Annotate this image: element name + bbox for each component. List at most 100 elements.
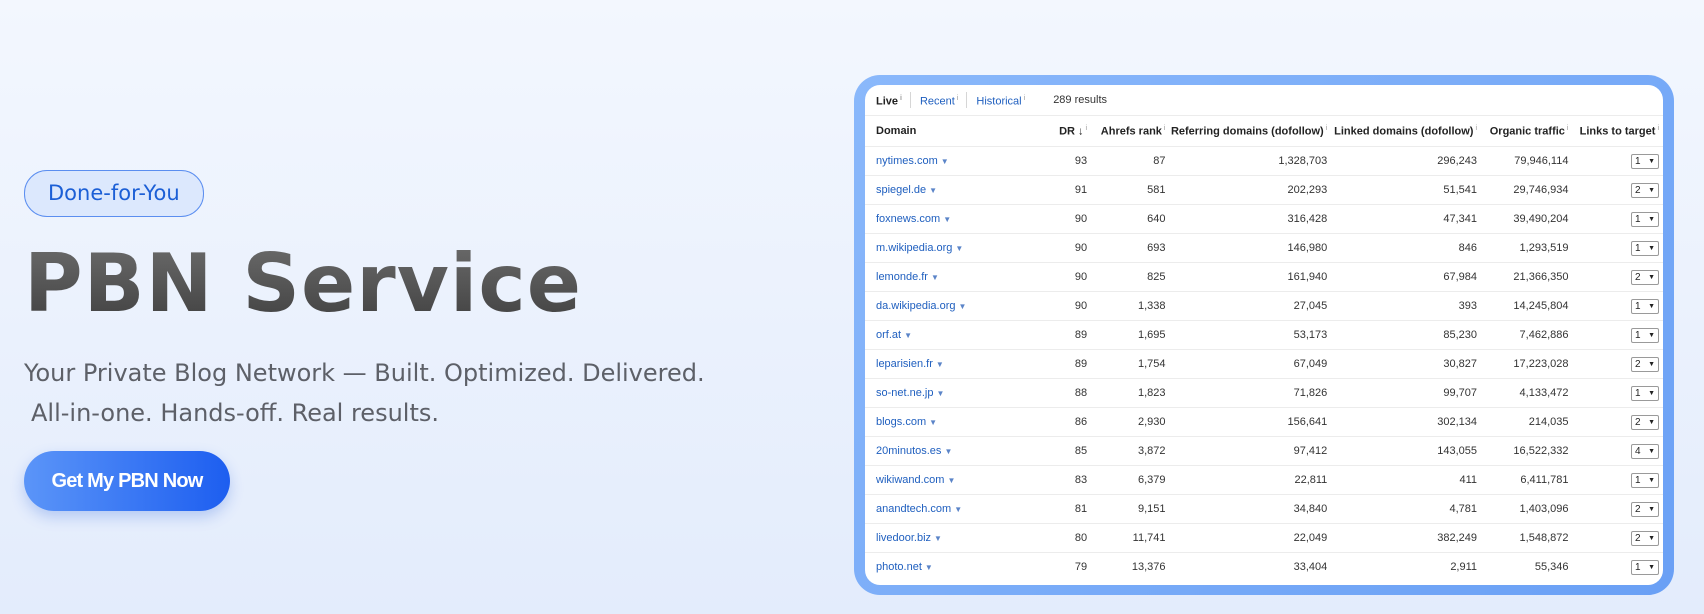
links-to-target-select[interactable]: 1 ▼ (1631, 327, 1659, 343)
linked-domains-cell: 4,781 (1327, 494, 1478, 524)
column-header-organic-traffic[interactable]: Organic traffic i (1477, 116, 1569, 147)
column-header-domain[interactable]: Domain (865, 116, 1042, 147)
domain-link[interactable]: blogs.com (876, 416, 926, 428)
domain-link[interactable]: wikiwand.com (876, 474, 944, 486)
domain-link[interactable]: foxnews.com (876, 213, 940, 225)
links-to-target-select[interactable]: 1 ▼ (1631, 153, 1659, 169)
caret-down-icon[interactable]: ▼ (904, 331, 912, 340)
links-to-target-value: 2 (1635, 532, 1641, 544)
column-header-ahrefs-rank[interactable]: Ahrefs rank i (1087, 116, 1166, 147)
links-to-target-select[interactable]: 2 ▼ (1631, 414, 1659, 430)
column-header-dr[interactable]: DR ↓ i (1042, 116, 1087, 147)
select-arrow-icon: ▼ (1648, 186, 1655, 194)
domain-cell[interactable]: lemonde.fr ▼ (865, 262, 1042, 292)
links-to-target-cell: 2 ▼ (1568, 523, 1663, 553)
domain-link[interactable]: nytimes.com (876, 155, 938, 167)
hero-section: Done-for-You PBN Service Your Private Bl… (24, 170, 784, 511)
caret-down-icon[interactable]: ▼ (936, 389, 944, 398)
domain-cell[interactable]: blogs.com ▼ (865, 407, 1042, 437)
column-header-links-to-target[interactable]: Links to target i (1568, 116, 1663, 147)
domains-table-card: Live i Recent i Historical i 289 results Do… (865, 85, 1663, 585)
caret-down-icon[interactable]: ▼ (959, 302, 967, 311)
links-to-target-select[interactable]: 1 ▼ (1631, 472, 1659, 488)
caret-down-icon[interactable]: ▼ (943, 215, 951, 224)
caret-down-icon[interactable]: ▼ (936, 360, 944, 369)
done-for-you-badge: Done-for-You (24, 170, 204, 217)
info-icon: i (1475, 124, 1478, 132)
domain-cell[interactable]: anandtech.com ▼ (865, 494, 1042, 524)
domain-link[interactable]: lemonde.fr (876, 271, 928, 283)
ahrefs-rank-cell: 87 (1087, 146, 1166, 176)
column-header-referring-domains[interactable]: Referring domains (dofollow) i (1165, 116, 1327, 147)
get-pbn-button[interactable]: Get My PBN Now (24, 451, 230, 511)
domain-cell[interactable]: foxnews.com ▼ (865, 204, 1042, 234)
domain-cell[interactable]: livedoor.biz ▼ (865, 523, 1042, 553)
domain-cell[interactable]: m.wikipedia.org ▼ (865, 233, 1042, 263)
domain-cell[interactable]: leparisien.fr ▼ (865, 349, 1042, 379)
ahrefs-rank-cell: 1,695 (1087, 320, 1166, 350)
links-to-target-select[interactable]: 1 ▼ (1631, 211, 1659, 227)
linked-domains-cell: 382,249 (1327, 523, 1478, 553)
table-row: 20minutos.es ▼ 85 3,872 97,412 143,055 16,522,… (865, 436, 1663, 466)
links-to-target-select[interactable]: 1 ▼ (1631, 385, 1659, 401)
links-to-target-select[interactable]: 2 ▼ (1631, 182, 1659, 198)
caret-down-icon[interactable]: ▼ (925, 563, 933, 572)
domain-cell[interactable]: wikiwand.com ▼ (865, 465, 1042, 495)
organic-traffic-cell: 29,746,934 (1477, 175, 1569, 205)
links-to-target-select[interactable]: 2 ▼ (1631, 356, 1659, 372)
organic-traffic-cell: 7,462,886 (1477, 320, 1569, 350)
sort-desc-icon: ↓ (1078, 125, 1084, 138)
domain-link[interactable]: photo.net (876, 561, 922, 573)
links-to-target-value: 2 (1635, 184, 1641, 196)
caret-down-icon[interactable]: ▼ (934, 534, 942, 543)
referring-domains-cell: 34,840 (1165, 494, 1328, 524)
tab-recent[interactable]: Recent i (919, 91, 968, 109)
dr-cell: 91 (1041, 175, 1088, 205)
links-to-target-select[interactable]: 1 ▼ (1631, 559, 1659, 575)
ahrefs-rank-cell: 1,754 (1087, 349, 1166, 379)
links-to-target-select[interactable]: 4 ▼ (1631, 443, 1659, 459)
domain-link[interactable]: da.wikipedia.org (876, 300, 956, 312)
domain-cell[interactable]: so-net.ne.jp ▼ (865, 378, 1042, 408)
links-to-target-select[interactable]: 2 ▼ (1631, 501, 1659, 517)
caret-down-icon[interactable]: ▼ (931, 273, 939, 282)
links-to-target-select[interactable]: 1 ▼ (1631, 298, 1659, 314)
domain-link[interactable]: 20minutos.es (876, 445, 941, 457)
referring-domains-cell: 22,049 (1165, 523, 1328, 553)
dr-cell: 86 (1041, 407, 1088, 437)
domain-link[interactable]: m.wikipedia.org (876, 242, 952, 254)
domain-cell[interactable]: nytimes.com ▼ (865, 146, 1042, 176)
tab-historical[interactable]: Historical i (976, 92, 1033, 109)
links-to-target-select[interactable]: 2 ▼ (1631, 269, 1659, 285)
links-to-target-select[interactable]: 1 ▼ (1631, 240, 1659, 256)
caret-down-icon[interactable]: ▼ (929, 186, 937, 195)
domain-link[interactable]: livedoor.biz (876, 532, 931, 544)
tab-recent-label: Recent (919, 95, 955, 108)
caret-down-icon[interactable]: ▼ (954, 505, 962, 514)
caret-down-icon[interactable]: ▼ (944, 447, 952, 456)
domain-cell[interactable]: da.wikipedia.org ▼ (865, 291, 1042, 321)
caret-down-icon[interactable]: ▼ (947, 476, 955, 485)
domain-link[interactable]: spiegel.de (876, 184, 926, 196)
info-icon: i (1163, 124, 1166, 132)
links-to-target-cell: 2 ▼ (1568, 175, 1663, 205)
domain-link[interactable]: orf.at (876, 329, 901, 341)
referring-domains-cell: 1,328,703 (1165, 146, 1328, 176)
caret-down-icon[interactable]: ▼ (929, 418, 937, 427)
domain-link[interactable]: leparisien.fr (876, 358, 933, 370)
domain-cell[interactable]: photo.net ▼ (865, 552, 1042, 581)
organic-traffic-cell: 1,548,872 (1477, 523, 1569, 553)
tab-live[interactable]: Live i (876, 91, 911, 109)
ahrefs-rank-cell: 1,338 (1087, 291, 1166, 321)
dr-cell: 89 (1041, 349, 1088, 379)
domain-link[interactable]: so-net.ne.jp (876, 387, 933, 399)
domain-cell[interactable]: 20minutos.es ▼ (865, 436, 1042, 466)
domain-cell[interactable]: orf.at ▼ (865, 320, 1042, 350)
info-icon: i (1566, 124, 1569, 132)
domain-link[interactable]: anandtech.com (876, 503, 951, 515)
caret-down-icon[interactable]: ▼ (955, 244, 963, 253)
caret-down-icon[interactable]: ▼ (941, 157, 949, 166)
links-to-target-select[interactable]: 2 ▼ (1631, 530, 1659, 546)
column-header-linked-domains[interactable]: Linked domains (dofollow) i (1327, 116, 1477, 147)
domain-cell[interactable]: spiegel.de ▼ (865, 175, 1042, 205)
